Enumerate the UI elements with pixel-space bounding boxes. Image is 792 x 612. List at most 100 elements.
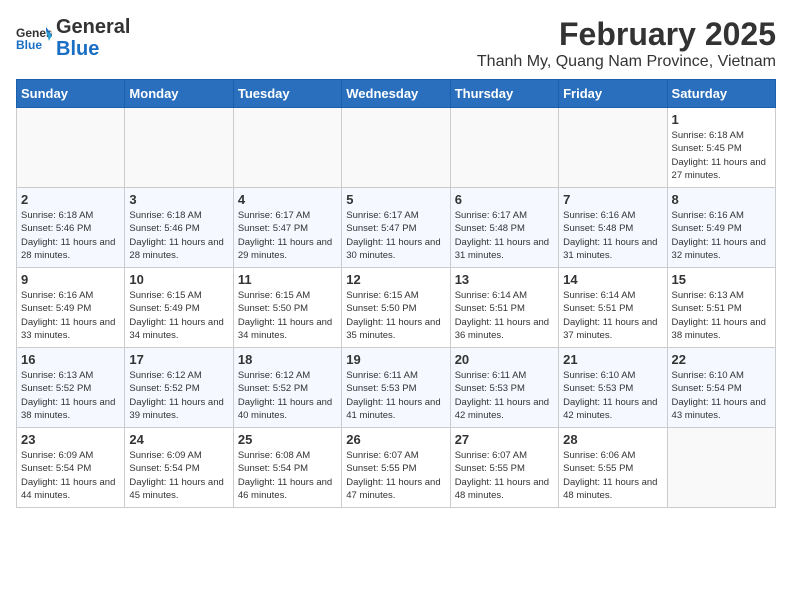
day-info: Sunrise: 6:10 AM Sunset: 5:53 PM Dayligh…	[563, 369, 662, 422]
weekday-header-row: SundayMondayTuesdayWednesdayThursdayFrid…	[17, 80, 776, 108]
calendar-cell: 26Sunrise: 6:07 AM Sunset: 5:55 PM Dayli…	[342, 428, 450, 508]
calendar-cell: 2 Sunrise: 6:18 AM Sunset: 5:46 PM Daylig…	[17, 188, 125, 268]
day-number: 11	[238, 272, 337, 287]
calendar-cell: 22 Sunrise: 6:10 AM Sunset: 5:54 PM Dayli…	[667, 348, 775, 428]
calendar-cell: 8Sunrise: 6:16 AM Sunset: 5:49 PM Daylig…	[667, 188, 775, 268]
calendar-cell: 28Sunrise: 6:06 AM Sunset: 5:55 PM Dayli…	[559, 428, 667, 508]
calendar-cell: 4Sunrise: 6:17 AM Sunset: 5:47 PM Daylig…	[233, 188, 341, 268]
day-number: 23	[21, 432, 120, 447]
day-info: Sunrise: 6:08 AM Sunset: 5:54 PM Dayligh…	[238, 449, 337, 502]
day-number: 15	[672, 272, 771, 287]
calendar-cell	[17, 108, 125, 188]
calendar-cell: 17 Sunrise: 6:12 AM Sunset: 5:52 PM Dayli…	[125, 348, 233, 428]
day-info: Sunrise: 6:07 AM Sunset: 5:55 PM Dayligh…	[346, 449, 445, 502]
calendar-cell: 25 Sunrise: 6:08 AM Sunset: 5:54 PM Dayli…	[233, 428, 341, 508]
day-number: 25	[238, 432, 337, 447]
day-info: Sunrise: 6:15 AM Sunset: 5:50 PM Dayligh…	[346, 289, 445, 342]
day-number: 1	[672, 112, 771, 127]
day-number: 20	[455, 352, 554, 367]
day-number: 21	[563, 352, 662, 367]
day-number: 5	[346, 192, 445, 207]
calendar-cell	[233, 108, 341, 188]
calendar-cell: 9Sunrise: 6:16 AM Sunset: 5:49 PM Daylig…	[17, 268, 125, 348]
calendar-cell: 5 Sunrise: 6:17 AM Sunset: 5:47 PM Daylig…	[342, 188, 450, 268]
day-number: 27	[455, 432, 554, 447]
day-number: 3	[129, 192, 228, 207]
week-row-3: 9Sunrise: 6:16 AM Sunset: 5:49 PM Daylig…	[17, 268, 776, 348]
day-info: Sunrise: 6:15 AM Sunset: 5:50 PM Dayligh…	[238, 289, 337, 342]
logo-text: GeneralBlue	[56, 16, 130, 60]
location-title: Thanh My, Quang Nam Province, Vietnam	[477, 53, 776, 71]
calendar-cell	[559, 108, 667, 188]
calendar-cell: 11 Sunrise: 6:15 AM Sunset: 5:50 PM Dayli…	[233, 268, 341, 348]
logo-icon: General Blue	[16, 23, 52, 53]
day-number: 19	[346, 352, 445, 367]
calendar-cell: 16 Sunrise: 6:13 AM Sunset: 5:52 PM Dayli…	[17, 348, 125, 428]
calendar-cell: 18 Sunrise: 6:12 AM Sunset: 5:52 PM Dayli…	[233, 348, 341, 428]
day-number: 24	[129, 432, 228, 447]
calendar-cell: 24 Sunrise: 6:09 AM Sunset: 5:54 PM Dayli…	[125, 428, 233, 508]
day-info: Sunrise: 6:15 AM Sunset: 5:49 PM Dayligh…	[129, 289, 228, 342]
title-block: February 2025 Thanh My, Quang Nam Provin…	[477, 16, 776, 71]
day-info: Sunrise: 6:16 AM Sunset: 5:48 PM Dayligh…	[563, 209, 662, 262]
calendar-cell: 21 Sunrise: 6:10 AM Sunset: 5:53 PM Dayli…	[559, 348, 667, 428]
day-info: Sunrise: 6:09 AM Sunset: 5:54 PM Dayligh…	[129, 449, 228, 502]
day-number: 4	[238, 192, 337, 207]
calendar-cell: 27Sunrise: 6:07 AM Sunset: 5:55 PM Dayli…	[450, 428, 558, 508]
week-row-5: 23 Sunrise: 6:09 AM Sunset: 5:54 PM Dayli…	[17, 428, 776, 508]
calendar-cell: 1Sunrise: 6:18 AM Sunset: 5:45 PM Daylig…	[667, 108, 775, 188]
day-info: Sunrise: 6:18 AM Sunset: 5:46 PM Dayligh…	[21, 209, 120, 262]
day-info: Sunrise: 6:11 AM Sunset: 5:53 PM Dayligh…	[455, 369, 554, 422]
calendar-cell: 7 Sunrise: 6:16 AM Sunset: 5:48 PM Daylig…	[559, 188, 667, 268]
day-info: Sunrise: 6:12 AM Sunset: 5:52 PM Dayligh…	[129, 369, 228, 422]
calendar-cell	[667, 428, 775, 508]
month-title: February 2025	[477, 16, 776, 53]
day-info: Sunrise: 6:13 AM Sunset: 5:51 PM Dayligh…	[672, 289, 771, 342]
calendar-cell: 20 Sunrise: 6:11 AM Sunset: 5:53 PM Dayli…	[450, 348, 558, 428]
weekday-header-wednesday: Wednesday	[342, 80, 450, 108]
day-info: Sunrise: 6:14 AM Sunset: 5:51 PM Dayligh…	[455, 289, 554, 342]
day-number: 18	[238, 352, 337, 367]
day-number: 22	[672, 352, 771, 367]
calendar-table: SundayMondayTuesdayWednesdayThursdayFrid…	[16, 79, 776, 508]
logo: General Blue GeneralBlue	[16, 16, 130, 60]
calendar-cell: 3 Sunrise: 6:18 AM Sunset: 5:46 PM Daylig…	[125, 188, 233, 268]
day-number: 13	[455, 272, 554, 287]
calendar-cell: 14 Sunrise: 6:14 AM Sunset: 5:51 PM Dayli…	[559, 268, 667, 348]
weekday-header-friday: Friday	[559, 80, 667, 108]
day-number: 9	[21, 272, 120, 287]
day-info: Sunrise: 6:09 AM Sunset: 5:54 PM Dayligh…	[21, 449, 120, 502]
week-row-2: 2 Sunrise: 6:18 AM Sunset: 5:46 PM Daylig…	[17, 188, 776, 268]
day-number: 7	[563, 192, 662, 207]
weekday-header-tuesday: Tuesday	[233, 80, 341, 108]
calendar-cell: 12Sunrise: 6:15 AM Sunset: 5:50 PM Dayli…	[342, 268, 450, 348]
weekday-header-thursday: Thursday	[450, 80, 558, 108]
page-header: General Blue GeneralBlue February 2025 T…	[16, 16, 776, 71]
calendar-cell: 15 Sunrise: 6:13 AM Sunset: 5:51 PM Dayli…	[667, 268, 775, 348]
day-number: 10	[129, 272, 228, 287]
day-info: Sunrise: 6:06 AM Sunset: 5:55 PM Dayligh…	[563, 449, 662, 502]
calendar-cell	[342, 108, 450, 188]
day-number: 16	[21, 352, 120, 367]
svg-text:Blue: Blue	[16, 38, 42, 52]
calendar-cell: 13 Sunrise: 6:14 AM Sunset: 5:51 PM Dayli…	[450, 268, 558, 348]
day-info: Sunrise: 6:13 AM Sunset: 5:52 PM Dayligh…	[21, 369, 120, 422]
day-info: Sunrise: 6:14 AM Sunset: 5:51 PM Dayligh…	[563, 289, 662, 342]
day-number: 2	[21, 192, 120, 207]
week-row-1: 1Sunrise: 6:18 AM Sunset: 5:45 PM Daylig…	[17, 108, 776, 188]
calendar-cell: 6 Sunrise: 6:17 AM Sunset: 5:48 PM Daylig…	[450, 188, 558, 268]
week-row-4: 16 Sunrise: 6:13 AM Sunset: 5:52 PM Dayli…	[17, 348, 776, 428]
calendar-cell: 23 Sunrise: 6:09 AM Sunset: 5:54 PM Dayli…	[17, 428, 125, 508]
calendar-cell	[125, 108, 233, 188]
day-info: Sunrise: 6:12 AM Sunset: 5:52 PM Dayligh…	[238, 369, 337, 422]
day-info: Sunrise: 6:17 AM Sunset: 5:47 PM Dayligh…	[346, 209, 445, 262]
day-number: 6	[455, 192, 554, 207]
day-number: 17	[129, 352, 228, 367]
day-info: Sunrise: 6:18 AM Sunset: 5:46 PM Dayligh…	[129, 209, 228, 262]
calendar-cell	[450, 108, 558, 188]
calendar-cell: 19Sunrise: 6:11 AM Sunset: 5:53 PM Dayli…	[342, 348, 450, 428]
day-info: Sunrise: 6:10 AM Sunset: 5:54 PM Dayligh…	[672, 369, 771, 422]
day-info: Sunrise: 6:17 AM Sunset: 5:48 PM Dayligh…	[455, 209, 554, 262]
day-info: Sunrise: 6:16 AM Sunset: 5:49 PM Dayligh…	[672, 209, 771, 262]
day-number: 14	[563, 272, 662, 287]
